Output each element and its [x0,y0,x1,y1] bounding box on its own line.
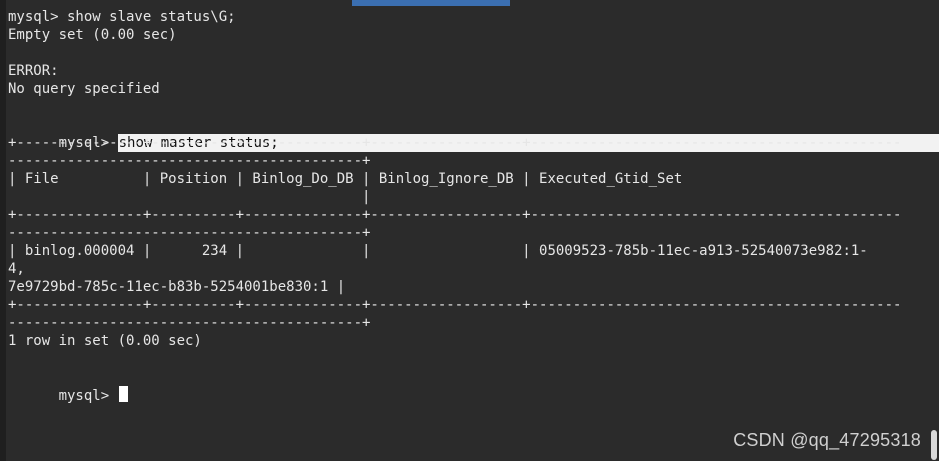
table-header-line: | [8,189,371,205]
table-row-line: 7e9729bd-785c-11ec-b83b-5254001be830:1 | [8,279,346,295]
terminal-line-selected-command: mysql> show master status; [8,116,939,152]
terminal-window[interactable]: mysql> show slave status\G; Empty set (0… [0,0,939,461]
table-border-line: +---------------+----------+------------… [8,297,902,313]
vertical-scrollbar-thumb[interactable] [931,430,937,460]
terminal-line: ERROR: [8,63,59,79]
table-border-line: ----------------------------------------… [8,225,371,241]
table-border-line: ----------------------------------------… [8,315,371,331]
watermark-text: CSDN @qq_47295318 [733,430,921,450]
terminal-line: mysql> show slave status\G; [8,9,236,25]
table-row-line: | binlog.000004 | 234 | | | 05009523-785… [8,243,868,259]
left-gutter [0,0,6,461]
terminal-line: Empty set (0.00 sec) [8,27,177,43]
table-border-line: +---------------+----------+------------… [8,135,902,151]
terminal-input-line[interactable]: mysql> [8,368,939,404]
terminal-screen[interactable]: mysql> show slave status\G; Empty set (0… [8,8,939,461]
table-header-line: | File | Position | Binlog_Do_DB | Binlo… [8,171,683,187]
mysql-prompt: mysql> [58,388,118,404]
table-row-line: 4, [8,261,25,277]
text-cursor[interactable] [118,386,128,402]
table-border-line: ----------------------------------------… [8,153,371,169]
table-border-line: +---------------+----------+------------… [8,207,902,223]
terminal-line: No query specified [8,81,160,97]
active-tab-indicator [352,0,510,6]
result-summary-line: 1 row in set (0.00 sec) [8,333,202,349]
